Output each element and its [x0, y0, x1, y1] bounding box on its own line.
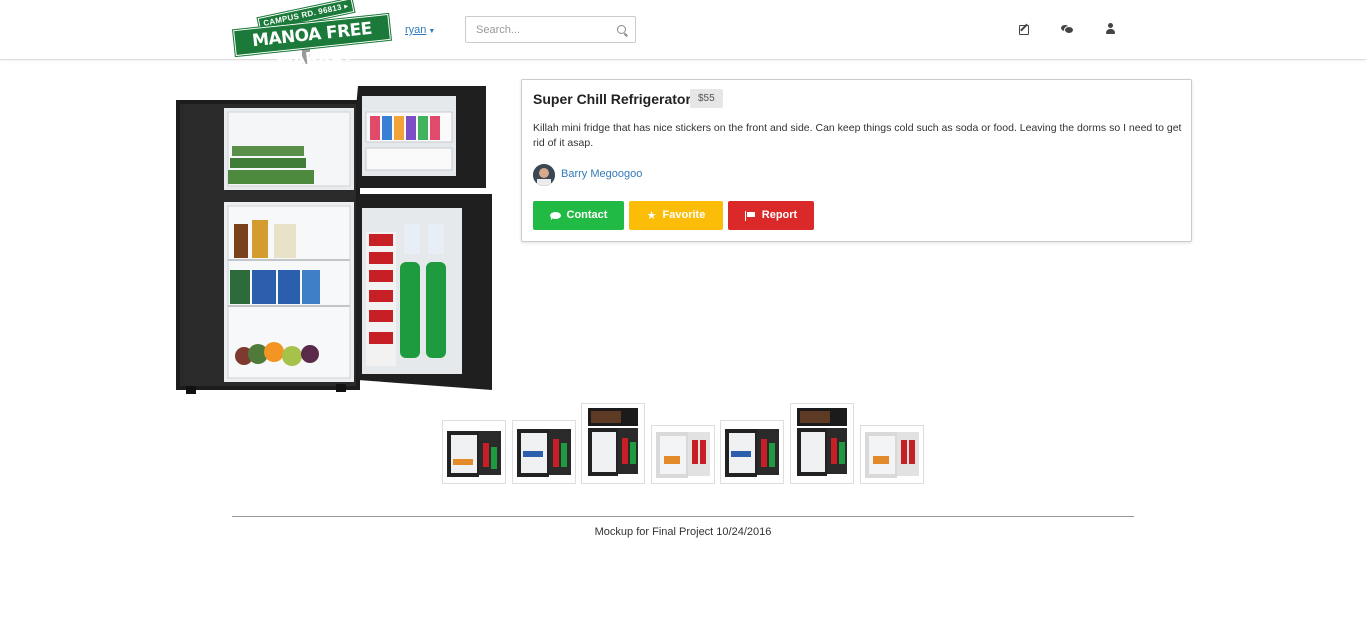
- star-icon: ★: [646, 209, 657, 222]
- caret-down-icon: ▼: [428, 28, 436, 35]
- thumbnail-2[interactable]: [512, 420, 576, 484]
- price-badge: $55: [690, 89, 723, 108]
- user-icon[interactable]: [1104, 22, 1118, 36]
- contact-button-label: Contact: [566, 209, 608, 221]
- search-input[interactable]: [466, 17, 606, 42]
- thumbnail-strip: [442, 403, 932, 485]
- search-icon[interactable]: [617, 25, 626, 34]
- thumbnail-6[interactable]: [790, 403, 854, 484]
- comment-icon: [549, 211, 561, 221]
- listing-title: Super Chill Refrigerator: [533, 91, 691, 107]
- comments-icon[interactable]: [1061, 22, 1075, 36]
- listing-card: Super Chill Refrigerator $55 Killah mini…: [521, 79, 1192, 242]
- footer-text: Mockup for Final Project 10/24/2016: [594, 526, 772, 538]
- search-box: [465, 16, 636, 43]
- listing-description: Killah mini fridge that has nice sticker…: [533, 122, 1182, 149]
- contact-button[interactable]: Contact: [533, 201, 624, 230]
- favorite-button[interactable]: ★ Favorite: [629, 201, 723, 230]
- username-label: ryan: [405, 24, 427, 36]
- product-main-image: [176, 86, 492, 394]
- manoa-free-market-logo[interactable]: CAMPUS RD. 96813 ▸ MANOA FREE MARKET: [232, 0, 392, 73]
- footer-divider: [232, 516, 1134, 517]
- seller-name-link[interactable]: Barry Megoogoo: [561, 168, 642, 180]
- thumbnail-5[interactable]: [720, 420, 784, 484]
- report-button[interactable]: Report: [728, 201, 814, 230]
- thumbnail-7[interactable]: [860, 425, 924, 484]
- thumbnail-3[interactable]: [581, 403, 645, 484]
- flag-icon: [744, 210, 756, 221]
- seller-avatar[interactable]: [533, 164, 555, 186]
- favorite-button-label: Favorite: [662, 209, 706, 221]
- thumbnail-4[interactable]: [651, 425, 715, 484]
- user-dropdown[interactable]: ryan ▼: [405, 24, 435, 36]
- report-button-label: Report: [761, 209, 798, 221]
- top-navbar: CAMPUS RD. 96813 ▸ MANOA FREE MARKET rya…: [0, 0, 1366, 73]
- thumbnail-1[interactable]: [442, 420, 506, 484]
- edit-icon[interactable]: [1018, 22, 1032, 36]
